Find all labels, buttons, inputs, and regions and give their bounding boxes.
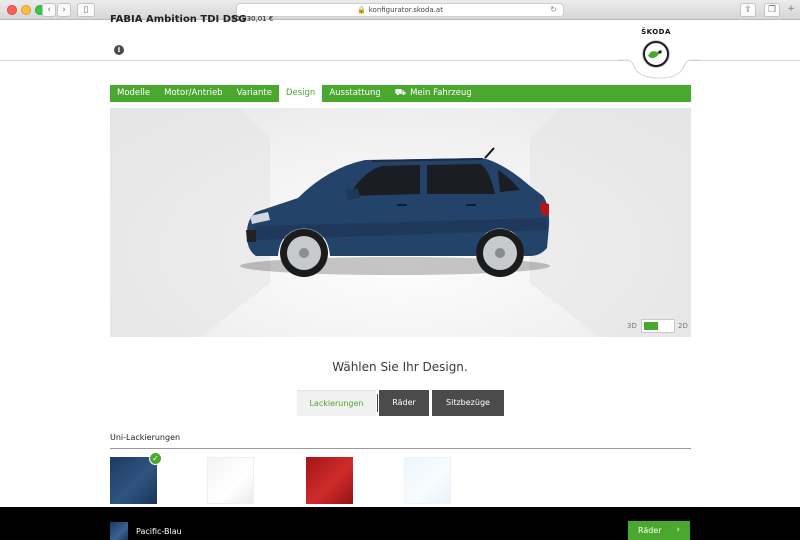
sidebar-button[interactable]: ▯ <box>77 3 95 17</box>
skoda-arrow-icon[interactable] <box>643 41 669 67</box>
next-step-button[interactable]: Räder › <box>628 521 690 540</box>
checkmark-icon: ✓ <box>149 452 162 465</box>
color-swatch[interactable] <box>207 457 254 504</box>
nav-item-mein-fahrzeug[interactable]: ⛟ Mein Fahrzeug <box>388 85 479 102</box>
forward-button[interactable]: › <box>57 3 71 17</box>
nav-item-modelle[interactable]: Modelle <box>110 85 157 102</box>
footer-bar: Pacific-Blau Räder › <box>0 507 800 540</box>
section-title: Uni-Lackierungen <box>110 433 181 442</box>
tabs-icon: ❐ <box>767 5 777 15</box>
nav-item-ausstattung[interactable]: Ausstattung <box>322 85 387 102</box>
car-viewer[interactable]: 3D 2D <box>110 108 691 337</box>
section-divider <box>110 448 691 449</box>
color-swatch[interactable] <box>404 457 451 504</box>
selected-color-name: Pacific-Blau <box>136 527 182 536</box>
brand-logo[interactable]: ŠKODA <box>636 28 676 36</box>
close-window-icon[interactable] <box>7 5 17 15</box>
car-image <box>110 108 691 337</box>
config-nav: Modelle Motor/Antrieb Variante Design Au… <box>110 85 691 102</box>
design-heading: Wählen Sie Ihr Design. <box>332 360 468 374</box>
sidebar-icon: ▯ <box>83 5 89 15</box>
new-tab-button[interactable]: + <box>784 3 798 17</box>
minimize-window-icon[interactable] <box>21 5 31 15</box>
tab-divider <box>377 394 378 412</box>
nav-item-design[interactable]: Design <box>278 85 323 102</box>
selected-color-swatch <box>110 522 128 540</box>
model-title: FABIA Ambition TDI DSG <box>110 14 247 25</box>
price: 20.030,01 € <box>231 15 274 23</box>
chevron-left-icon: ‹ <box>47 5 51 15</box>
color-swatch[interactable] <box>110 457 157 504</box>
nav-item-variante[interactable]: Variante <box>230 85 279 102</box>
tab-lackierungen[interactable]: Lackierungen <box>297 390 376 416</box>
car-icon: ⛟ <box>394 88 407 98</box>
nav-item-motor[interactable]: Motor/Antrieb <box>157 85 229 102</box>
url-text: konfigurator.skoda.at <box>368 6 443 14</box>
share-button[interactable]: ⇪ <box>740 3 756 17</box>
next-step-label: Räder <box>638 526 662 535</box>
tabs-button[interactable]: ❐ <box>764 3 780 17</box>
chevron-right-icon: › <box>676 525 680 535</box>
share-icon: ⇪ <box>744 5 752 15</box>
plus-icon: + <box>787 4 795 14</box>
back-button[interactable]: ‹ <box>42 3 56 17</box>
nav-item-label: Mein Fahrzeug <box>410 88 472 98</box>
tab-raeder[interactable]: Räder <box>379 390 429 416</box>
reload-icon[interactable]: ↻ <box>550 4 557 16</box>
toggle-knob <box>644 322 658 330</box>
view-toggle-switch[interactable] <box>641 319 675 333</box>
chevron-right-icon: › <box>62 5 66 15</box>
address-bar[interactable]: 🔒 konfigurator.skoda.at ↻ <box>236 3 564 17</box>
view-2d-label[interactable]: 2D <box>678 322 688 330</box>
tab-sitzbezuege[interactable]: Sitzbezüge <box>432 390 504 416</box>
info-icon[interactable]: i <box>114 45 124 55</box>
color-swatch[interactable] <box>306 457 353 504</box>
view-3d-label[interactable]: 3D <box>627 322 637 330</box>
lock-icon: 🔒 <box>357 6 366 14</box>
